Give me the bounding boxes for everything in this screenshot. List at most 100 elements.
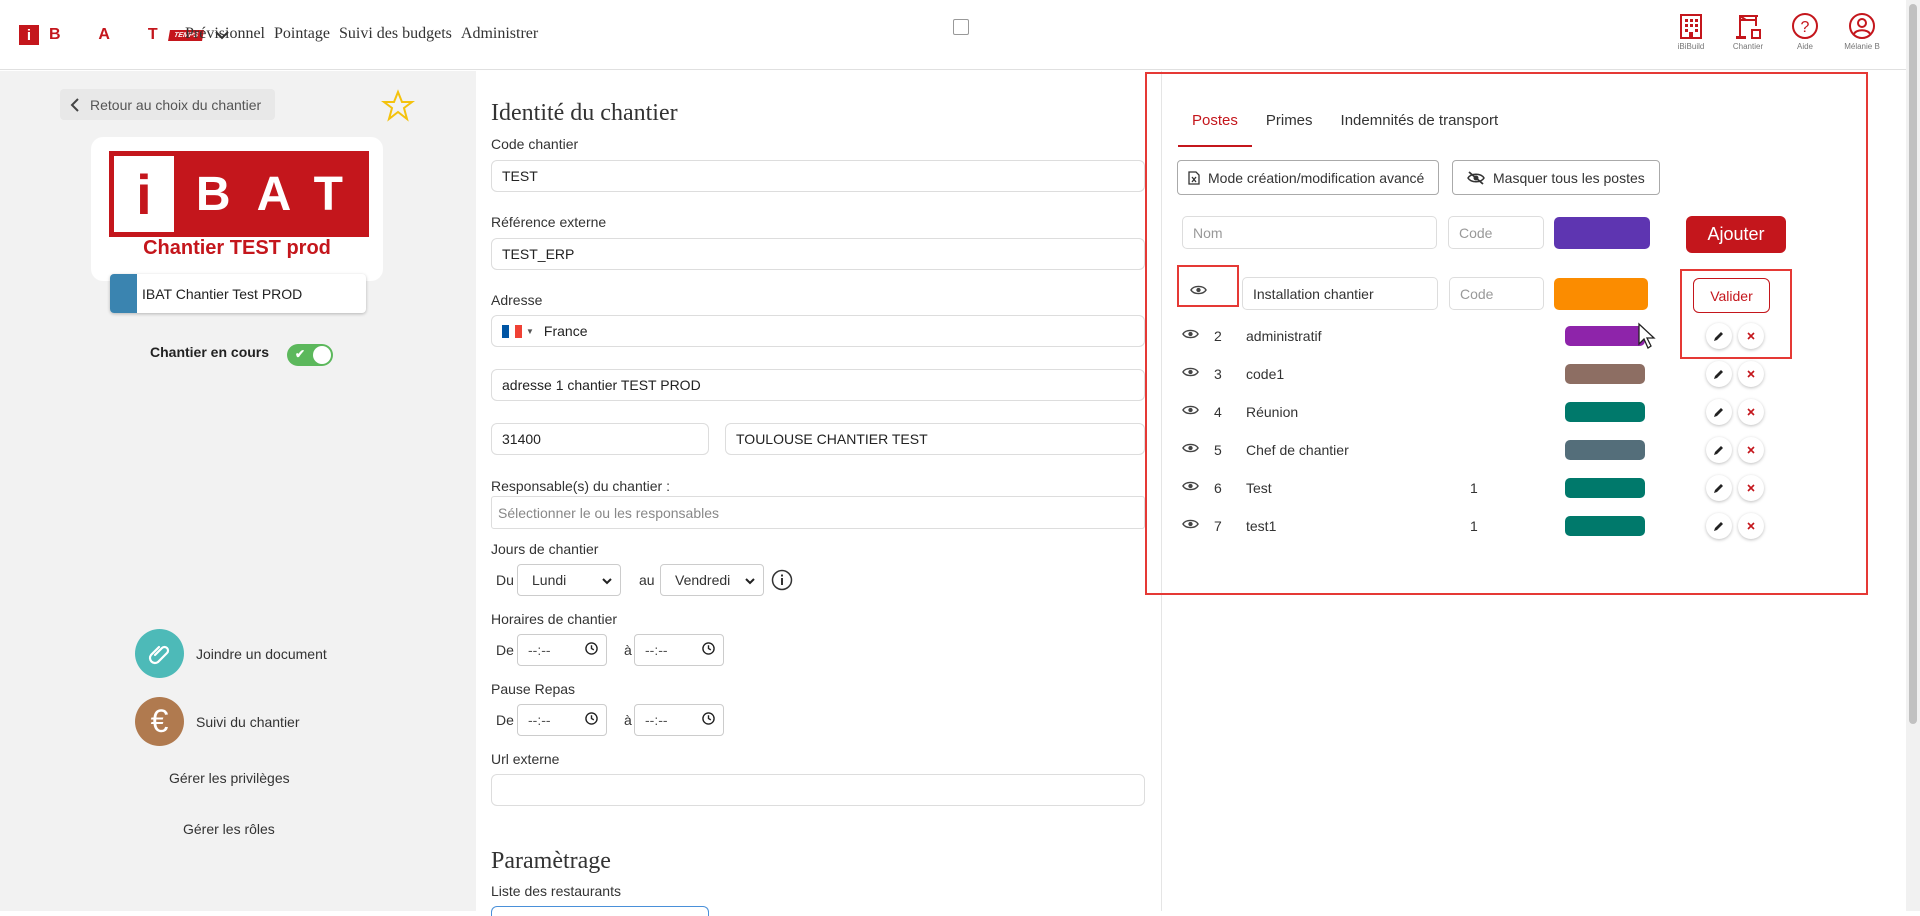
poste-code: 1 [1470,518,1478,534]
poste-color-swatch[interactable] [1565,440,1645,460]
poste-color-swatch[interactable] [1565,326,1645,346]
delete-poste-button[interactable] [1738,475,1764,501]
delete-poste-button[interactable] [1738,513,1764,539]
poste-name: test1 [1246,518,1277,534]
delete-poste-button[interactable] [1738,437,1764,463]
edit-poste-button[interactable] [1706,437,1732,463]
clock-icon[interactable] [585,712,598,728]
status-toggle[interactable]: ✔ [287,344,333,366]
address-input[interactable]: adresse 1 chantier TEST PROD [491,369,1145,401]
poste-row: 2 administratif [1178,321,1778,351]
france-flag-icon[interactable] [502,324,523,338]
suivi-chantier-action[interactable]: € Suivi du chantier [135,697,300,746]
validate-button[interactable]: Valider [1693,278,1770,313]
edit-poste-code-input[interactable]: Code [1449,277,1544,310]
pause-start-input[interactable]: --:-- [517,704,607,736]
info-icon[interactable] [771,569,793,591]
chevron-down-icon [602,572,612,588]
nav-suivi-budgets[interactable]: Suivi des budgets [339,25,452,43]
clock-icon[interactable] [585,642,598,658]
delete-poste-button[interactable] [1738,361,1764,387]
poste-code: 1 [1470,480,1478,496]
scrollbar-thumb[interactable] [1909,4,1917,724]
close-icon [1747,408,1755,416]
edit-poste-button[interactable] [1706,323,1732,349]
poste-number: 4 [1214,404,1222,420]
close-icon [1747,522,1755,530]
hours-label: Horaires de chantier [491,611,618,627]
header-help-button[interactable]: ? Aide [1787,12,1823,51]
star-icon[interactable] [381,89,415,123]
manage-privileges-link[interactable]: Gérer les privilèges [169,770,290,786]
advanced-mode-button[interactable]: Mode création/modification avancé [1177,160,1440,195]
url-input[interactable] [491,774,1145,806]
poste-color-swatch[interactable] [1565,516,1645,536]
new-poste-name-input[interactable]: Nom [1182,216,1437,249]
hide-all-button[interactable]: Masquer tous les postes [1452,160,1660,195]
edit-poste-button[interactable] [1706,513,1732,539]
ref-input[interactable]: TEST_ERP [491,238,1145,270]
eye-icon[interactable] [1190,284,1207,296]
attach-document-action[interactable]: Joindre un document [135,629,327,678]
from-day-select[interactable]: Lundi [517,564,621,596]
edit-poste-name-input[interactable]: Installation chantier [1242,277,1438,310]
clock-icon[interactable] [702,642,715,658]
code-input[interactable]: TEST [491,160,1145,192]
broken-image-icon [953,19,969,35]
page-scrollbar[interactable] [1906,0,1920,911]
new-poste-code-input[interactable]: Code [1448,216,1544,249]
nav-administrer[interactable]: Administrer [461,25,538,43]
edit-poste-button[interactable] [1706,399,1732,425]
header-building-button[interactable]: iBiBuild [1673,12,1709,51]
eye-icon[interactable] [1182,442,1199,454]
hours-start-input[interactable]: --:-- [517,634,607,666]
tab-postes[interactable]: Postes [1178,98,1252,147]
check-icon: ✔ [295,347,306,361]
edit-poste-button[interactable] [1706,475,1732,501]
header-user-button[interactable]: Mélanie B [1844,12,1880,51]
to-day-select[interactable]: Vendredi [660,564,764,596]
country-input[interactable]: ▼ France [491,315,1145,347]
eye-icon[interactable] [1182,366,1199,378]
eye-icon[interactable] [1182,518,1199,530]
header-icon-label: Aide [1796,42,1813,51]
hours-end-input[interactable]: --:-- [634,634,724,666]
chantier-name-chip[interactable]: IBAT Chantier Test PROD [110,274,366,313]
delete-poste-button[interactable] [1738,399,1764,425]
resp-select[interactable]: Sélectionner le ou les responsables [491,496,1145,529]
pause-label: Pause Repas [491,681,576,697]
postes-tabs: Postes Primes Indemnités de transport [1178,98,1512,147]
logo-big-bat: BAT [195,167,369,221]
poste-color-swatch[interactable] [1565,402,1645,422]
edit-poste-button[interactable] [1706,361,1732,387]
poste-color-swatch[interactable] [1565,364,1645,384]
eye-icon[interactable] [1182,404,1199,416]
eye-icon[interactable] [1182,480,1199,492]
postal-input[interactable]: 31400 [491,423,709,455]
edit-poste-color-picker[interactable] [1554,278,1648,310]
advanced-mode-label: Mode création/modification avancé [1208,169,1425,186]
manage-roles-link[interactable]: Gérer les rôles [183,821,275,837]
to-day-value: Vendredi [675,572,731,588]
pencil-icon [1714,332,1723,341]
to-label: au [639,572,655,588]
city-input[interactable]: TOULOUSE CHANTIER TEST [725,423,1145,455]
header-chantier-button[interactable]: Chantier [1730,12,1766,51]
tab-indemnites[interactable]: Indemnités de transport [1327,98,1513,147]
restaurants-input[interactable] [491,906,709,916]
add-button[interactable]: Ajouter [1686,216,1786,253]
nav-pointage[interactable]: Pointage [274,25,330,43]
back-button[interactable]: Retour au choix du chantier [60,89,276,120]
pause-end-input[interactable]: --:-- [634,704,724,736]
nav-previsionnel[interactable]: Prévisionnel [185,25,265,43]
eye-icon[interactable] [1182,328,1199,340]
poste-color-swatch[interactable] [1565,478,1645,498]
url-label: Url externe [491,751,560,767]
poste-row: 4 Réunion [1178,397,1778,427]
delete-poste-button[interactable] [1738,323,1764,349]
new-poste-color-picker[interactable] [1554,217,1650,249]
crane-icon [1736,15,1761,39]
tab-primes[interactable]: Primes [1252,98,1327,147]
param-title: Paramètrage [491,848,611,874]
clock-icon[interactable] [702,712,715,728]
